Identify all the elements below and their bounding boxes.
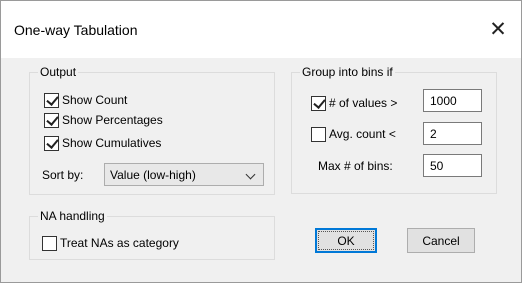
- cancel-button-label: Cancel: [422, 233, 460, 248]
- ok-button[interactable]: OK: [315, 228, 377, 253]
- show-count-checkbox[interactable]: [44, 92, 59, 108]
- cancel-button[interactable]: Cancel: [407, 228, 475, 253]
- show-count-checkbox-row[interactable]: Show Count: [44, 92, 127, 108]
- show-cumulatives-checkbox[interactable]: [44, 135, 59, 151]
- title-bar: One-way Tabulation ✕: [1, 1, 521, 58]
- sort-by-dropdown[interactable]: Value (low-high): [104, 163, 264, 186]
- window-title: One-way Tabulation: [14, 22, 138, 38]
- output-group: Output Show Count Show Percentages Show …: [29, 64, 275, 195]
- output-legend: Output: [38, 64, 79, 80]
- num-values-label: # of values >: [329, 96, 398, 110]
- max-bins-value: 50: [430, 158, 444, 173]
- close-icon: ✕: [489, 17, 507, 41]
- max-bins-input[interactable]: 50: [423, 154, 482, 177]
- show-percentages-label: Show Percentages: [62, 113, 163, 127]
- num-values-checkbox[interactable]: [311, 95, 326, 111]
- show-percentages-checkbox-row[interactable]: Show Percentages: [44, 112, 163, 128]
- show-cumulatives-checkbox-row[interactable]: Show Cumulatives: [44, 135, 161, 151]
- sort-by-selected-value: Value (low-high): [110, 167, 196, 182]
- bins-group: Group into bins if # of values > 1000 Av…: [291, 64, 497, 194]
- num-values-input[interactable]: 1000: [423, 89, 482, 112]
- avg-count-checkbox[interactable]: [311, 126, 326, 142]
- show-cumulatives-label: Show Cumulatives: [62, 136, 162, 150]
- avg-count-label: Avg. count <: [329, 127, 396, 141]
- show-percentages-checkbox[interactable]: [44, 112, 59, 128]
- num-values-value: 1000: [430, 93, 457, 108]
- close-button[interactable]: ✕: [475, 11, 521, 47]
- chevron-down-icon: [245, 169, 256, 180]
- avg-count-value: 2: [430, 126, 437, 141]
- treat-nas-checkbox[interactable]: [42, 235, 57, 251]
- ok-focus-rect: [318, 231, 374, 250]
- sort-by-label: Sort by:: [42, 168, 84, 182]
- treat-nas-label: Treat NAs as category: [60, 236, 179, 250]
- one-way-tabulation-dialog: One-way Tabulation ✕ Output Show Count S…: [0, 0, 522, 283]
- bins-legend: Group into bins if: [300, 64, 395, 80]
- na-handling-group: NA handling Treat NAs as category: [29, 208, 275, 260]
- treat-nas-checkbox-row[interactable]: Treat NAs as category: [42, 235, 179, 251]
- na-handling-legend: NA handling: [38, 208, 107, 224]
- avg-count-input[interactable]: 2: [423, 122, 482, 145]
- num-values-checkbox-row[interactable]: # of values >: [311, 95, 397, 111]
- max-bins-label: Max # of bins:: [318, 159, 393, 173]
- show-count-label: Show Count: [62, 93, 128, 107]
- avg-count-checkbox-row[interactable]: Avg. count <: [311, 126, 396, 142]
